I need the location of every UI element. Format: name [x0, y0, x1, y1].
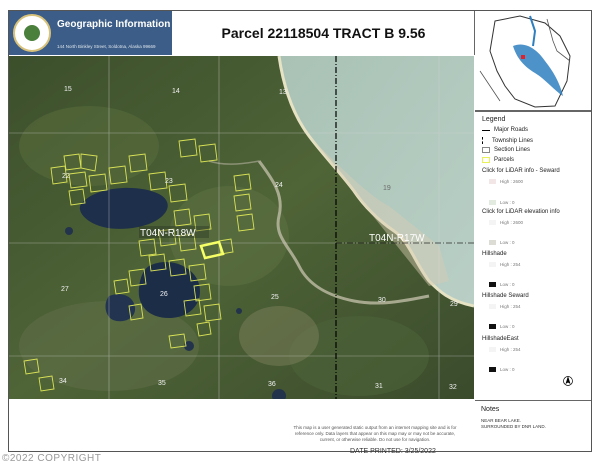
section-number: 14 — [172, 88, 180, 95]
legend-hillshade-east-low: Low : 0 — [489, 367, 515, 372]
legend-hillshade-seward-low: Low : 0 — [489, 324, 515, 329]
section-number: 19 — [383, 185, 391, 192]
org-address: 144 North Binkley Street, Soldotna, Alas… — [57, 44, 156, 49]
swatch-icon — [489, 282, 496, 287]
swatch-icon — [489, 240, 496, 245]
legend-item-township-lines: Township Lines — [482, 137, 533, 144]
legend-lidar-elev-high: High : 2600 — [489, 220, 523, 225]
title-box: Parcel 22118504 TRACT B 9.56 — [173, 11, 475, 55]
legend-link-lidar-elevation[interactable]: Click for LiDAR elevation info — [482, 209, 560, 215]
copyright-watermark: ©2022 COPYRIGHT — [2, 453, 102, 464]
aerial-map[interactable]: T04N-R18W T04N-R17W 15 14 13 22 23 24 19… — [9, 56, 474, 399]
map-title: Parcel 22118504 TRACT B 9.56 — [221, 25, 426, 41]
legend-hillshade-seward: Hillshade Seward — [482, 293, 529, 299]
parcel-box-icon — [482, 157, 490, 163]
legend-hillshade-seward-high: High : 254 — [489, 304, 521, 309]
legend-item-major-roads: Major Roads — [482, 127, 528, 133]
locator-map — [475, 11, 591, 111]
section-number: 13 — [279, 89, 287, 96]
legend-hillshade: Hillshade — [482, 251, 507, 257]
section-number: 32 — [449, 384, 457, 391]
section-number: 22 — [62, 173, 70, 180]
section-number: 29 — [450, 301, 458, 308]
section-number: 36 — [268, 381, 276, 388]
swatch-icon — [489, 262, 496, 267]
section-number: 27 — [61, 286, 69, 293]
notes-text: NEAR BEAR LAKE. SURROUNDED BY DNR LAND. — [481, 418, 546, 429]
legend-lidar-seward-high: High : 2600 — [489, 179, 523, 184]
section-number: 31 — [375, 383, 383, 390]
township-label-r18w: T04N-R18W — [140, 228, 196, 239]
legend-title: Legend — [482, 116, 506, 123]
section-number: 23 — [165, 178, 173, 185]
section-number: 26 — [160, 291, 168, 298]
swatch-icon — [489, 200, 496, 205]
org-logo-banner: Geographic Information Systems 144 North… — [9, 11, 214, 55]
swatch-icon — [489, 324, 496, 329]
road-line-icon — [482, 129, 490, 131]
legend-lidar-seward-low: Low : 0 — [489, 200, 515, 205]
disclaimer-text: This map is a user generated static outp… — [293, 425, 457, 442]
legend-link-lidar-seward[interactable]: Click for LiDAR info - Seward — [482, 168, 560, 174]
section-number: 24 — [275, 182, 283, 189]
locator-marker — [521, 55, 525, 59]
township-label-r17w: T04N-R17W — [369, 233, 425, 244]
legend-hillshade-east-high: High : 254 — [489, 347, 521, 352]
borough-seal-icon — [13, 14, 51, 52]
swatch-icon — [489, 179, 496, 184]
legend-hillshade-high: High : 254 — [489, 262, 521, 267]
swatch-icon — [489, 304, 496, 309]
section-number: 15 — [64, 86, 72, 93]
legend-lidar-elev-low: Low : 0 — [489, 240, 515, 245]
section-number: 25 — [271, 294, 279, 301]
date-printed: DATE PRINTED: 3/25/2022 — [350, 448, 436, 455]
section-number: 35 — [158, 380, 166, 387]
section-number: 30 — [378, 297, 386, 304]
legend-hillshade-east: HillshadeEast — [482, 336, 519, 342]
section-box-icon — [482, 147, 490, 153]
swatch-icon — [489, 347, 496, 352]
swatch-icon — [489, 367, 496, 372]
notes-title: Notes — [481, 406, 500, 413]
legend-item-parcels: Parcels — [482, 157, 514, 163]
swatch-icon — [489, 220, 496, 225]
north-arrow-icon — [563, 376, 573, 386]
notes-panel: Notes NEAR BEAR LAKE. SURROUNDED BY DNR … — [475, 400, 591, 452]
section-number: 34 — [59, 378, 67, 385]
legend-item-section-lines: Section Lines — [482, 147, 530, 153]
legend-hillshade-low: Low : 0 — [489, 282, 515, 287]
legend-panel: Legend Major Roads Township Lines Sectio… — [475, 111, 591, 400]
township-line-icon — [482, 137, 488, 144]
